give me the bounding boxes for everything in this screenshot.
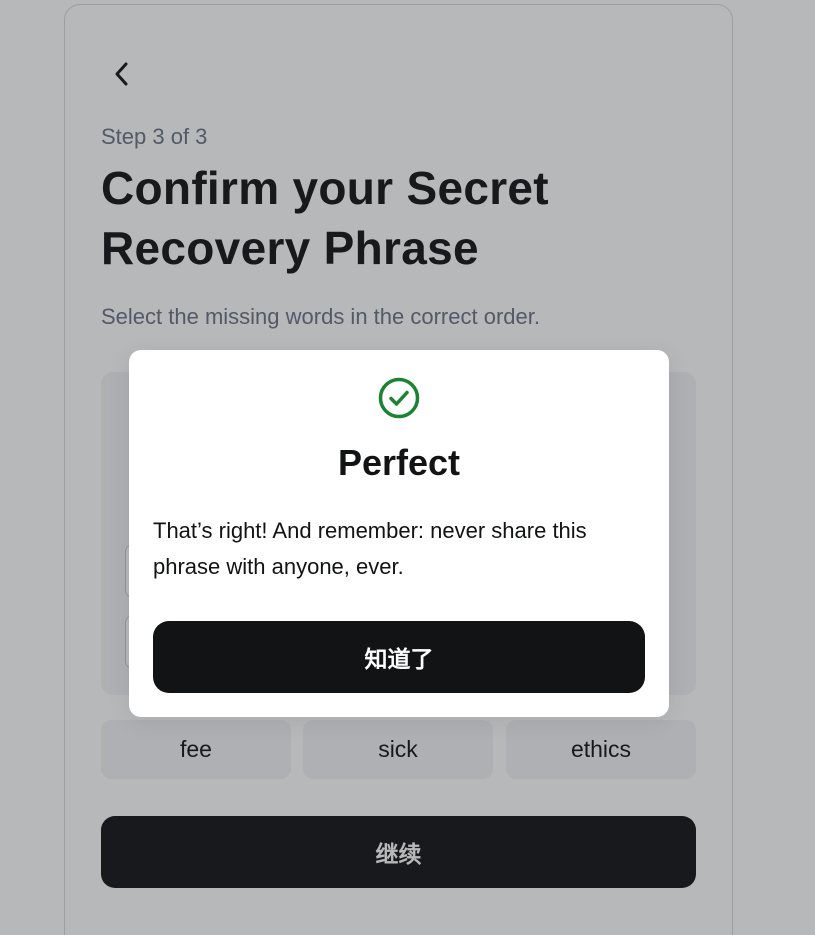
got-it-button[interactable]: 知道了 <box>153 621 645 693</box>
check-circle-icon <box>378 377 420 419</box>
modal-message: That’s right! And remember: never share … <box>153 518 587 579</box>
success-modal: Perfect That’s right! And remember: neve… <box>129 350 669 717</box>
modal-title: Perfect <box>337 442 461 483</box>
confirm-srp-page: Step 3 of 3 Confirm your Secret Recovery… <box>0 0 815 935</box>
